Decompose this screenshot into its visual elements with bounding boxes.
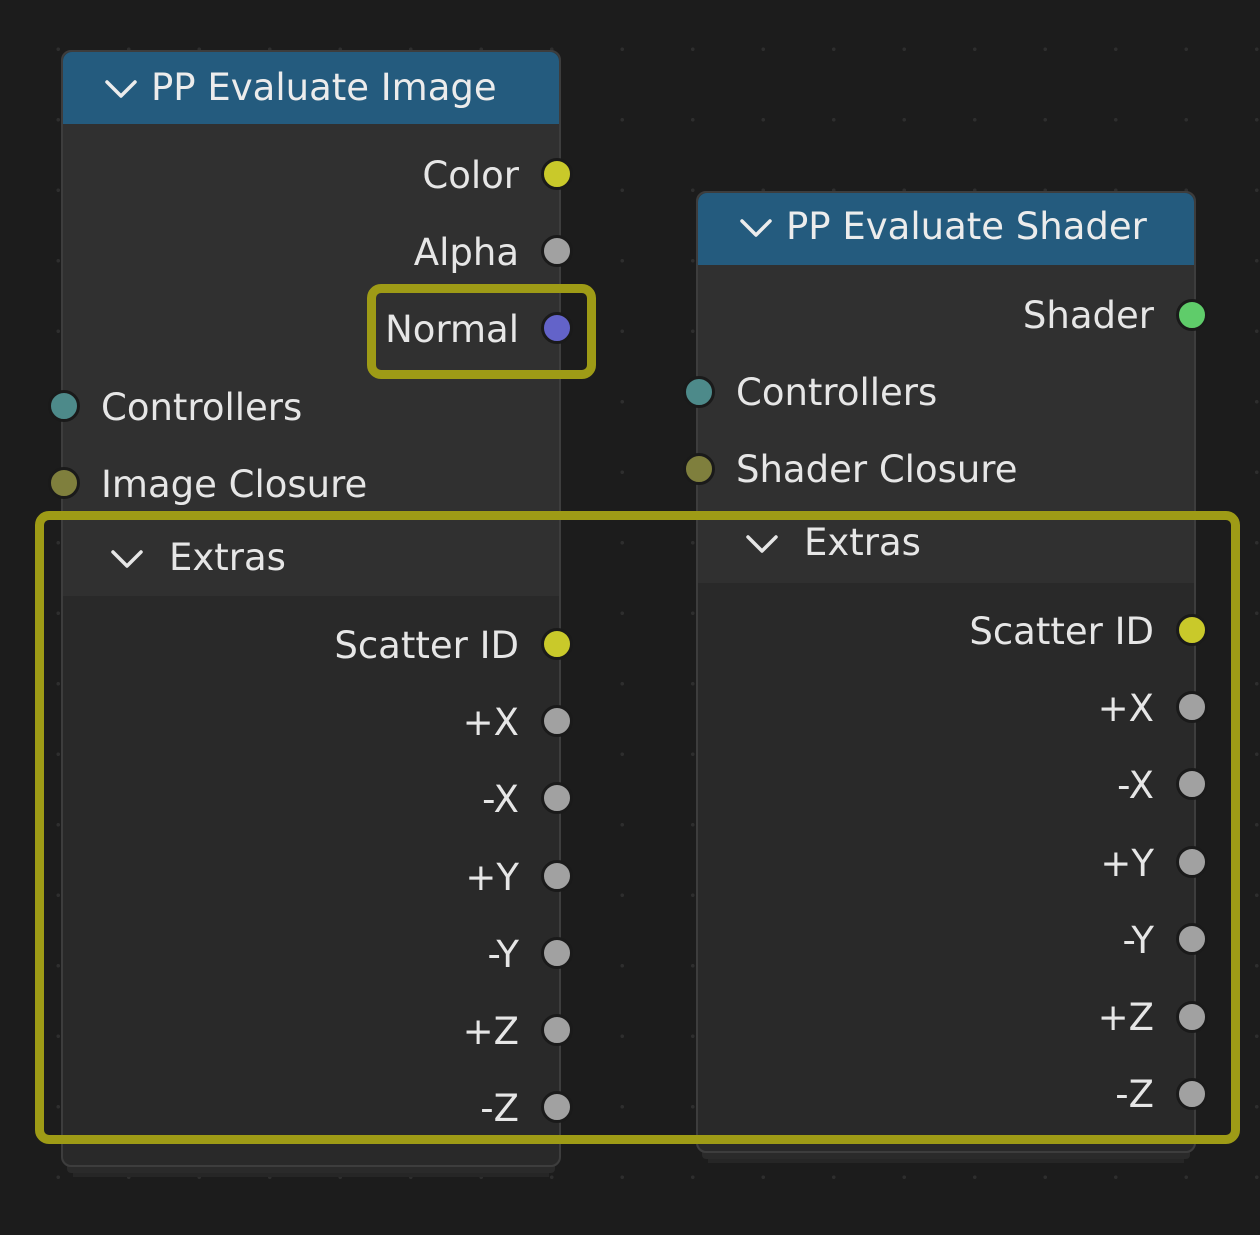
socket-controllers[interactable]	[48, 390, 80, 422]
output-label-minus-y: -Y	[487, 933, 519, 976]
socket-plus-x[interactable]	[1176, 691, 1208, 723]
socket-plus-y[interactable]	[1176, 846, 1208, 878]
panel-extras: Extras Scatter ID +X -X +Y -Y +Z -Z	[63, 520, 559, 1165]
socket-shader-closure[interactable]	[683, 453, 715, 485]
socket-minus-y[interactable]	[1176, 923, 1208, 955]
panel-extras: Extras Scatter ID +X -X +Y -Y +Z -Z	[698, 507, 1194, 1151]
socket-image-closure[interactable]	[48, 467, 80, 499]
socket-minus-x[interactable]	[541, 782, 573, 814]
socket-plus-x[interactable]	[541, 705, 573, 737]
output-label-plus-x: +X	[462, 701, 519, 744]
input-label-controllers: Controllers	[736, 371, 938, 414]
output-label-normal: Normal	[385, 308, 519, 351]
output-label-scatter-id: Scatter ID	[334, 624, 519, 667]
input-label-controllers: Controllers	[101, 386, 303, 429]
node-title: PP Evaluate Image	[151, 66, 497, 109]
node-evaluate-shader[interactable]: PP Evaluate Shader Shader Controllers Sh…	[696, 191, 1196, 1153]
output-label-color: Color	[422, 154, 519, 197]
socket-minus-y[interactable]	[541, 937, 573, 969]
socket-minus-z[interactable]	[1176, 1078, 1208, 1110]
chevron-down-icon[interactable]	[107, 540, 147, 580]
socket-shader[interactable]	[1176, 299, 1208, 331]
output-label-plus-x: +X	[1097, 687, 1154, 730]
output-label-plus-y: +Y	[465, 856, 519, 899]
socket-scatter-id[interactable]	[541, 628, 573, 660]
socket-minus-x[interactable]	[1176, 768, 1208, 800]
node-header[interactable]: PP Evaluate Image	[63, 52, 559, 124]
panel-title: Extras	[169, 536, 286, 579]
node-evaluate-image[interactable]: PP Evaluate Image Color Alpha Normal Con…	[61, 50, 561, 1167]
chevron-down-icon[interactable]	[742, 525, 782, 565]
socket-scatter-id[interactable]	[1176, 614, 1208, 646]
output-label-minus-z: -Z	[1115, 1073, 1154, 1116]
output-label-minus-y: -Y	[1122, 919, 1154, 962]
input-label-shader-closure: Shader Closure	[736, 448, 1018, 491]
socket-alpha[interactable]	[541, 235, 573, 267]
node-header[interactable]: PP Evaluate Shader	[698, 193, 1194, 265]
output-label-plus-z: +Z	[462, 1010, 519, 1053]
output-label-alpha: Alpha	[413, 231, 519, 274]
panel-header-extras[interactable]: Extras	[698, 507, 1194, 583]
output-label-minus-z: -Z	[480, 1087, 519, 1130]
output-label-minus-x: -X	[482, 778, 519, 821]
panel-title: Extras	[804, 521, 921, 564]
socket-plus-z[interactable]	[1176, 1001, 1208, 1033]
panel-header-extras[interactable]: Extras	[63, 520, 559, 596]
socket-controllers[interactable]	[683, 376, 715, 408]
socket-plus-z[interactable]	[541, 1014, 573, 1046]
socket-normal[interactable]	[541, 312, 573, 344]
socket-color[interactable]	[541, 158, 573, 190]
output-label-plus-z: +Z	[1097, 996, 1154, 1039]
output-label-minus-x: -X	[1117, 764, 1154, 807]
output-label-scatter-id: Scatter ID	[969, 610, 1154, 653]
output-label-shader: Shader	[1022, 294, 1154, 337]
node-title: PP Evaluate Shader	[786, 205, 1147, 248]
input-label-image-closure: Image Closure	[101, 463, 368, 506]
chevron-down-icon[interactable]	[736, 209, 776, 249]
output-label-plus-y: +Y	[1100, 842, 1154, 885]
chevron-down-icon[interactable]	[101, 70, 141, 110]
socket-minus-z[interactable]	[541, 1091, 573, 1123]
socket-plus-y[interactable]	[541, 860, 573, 892]
